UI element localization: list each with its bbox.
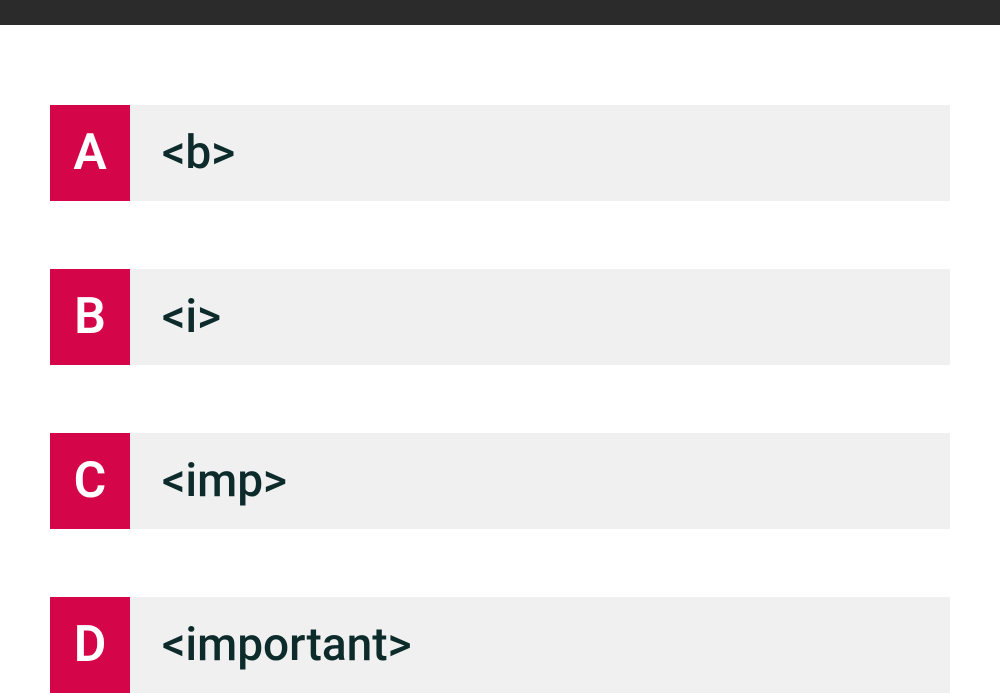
quiz-options-container: A <b> B <i> C <imp> D <important> [0,25,1000,693]
option-text-a: <b> [130,105,950,201]
option-letter-b: B [50,269,130,365]
option-text-b: <i> [130,269,950,365]
option-text-c: <imp> [130,433,950,529]
option-b-row[interactable]: B <i> [50,269,950,365]
option-c-row[interactable]: C <imp> [50,433,950,529]
option-a-row[interactable]: A <b> [50,105,950,201]
top-bar [0,0,1000,25]
option-letter-a: A [50,105,130,201]
option-text-d: <important> [130,597,950,693]
option-letter-c: C [50,433,130,529]
option-letter-d: D [50,597,130,693]
option-d-row[interactable]: D <important> [50,597,950,693]
